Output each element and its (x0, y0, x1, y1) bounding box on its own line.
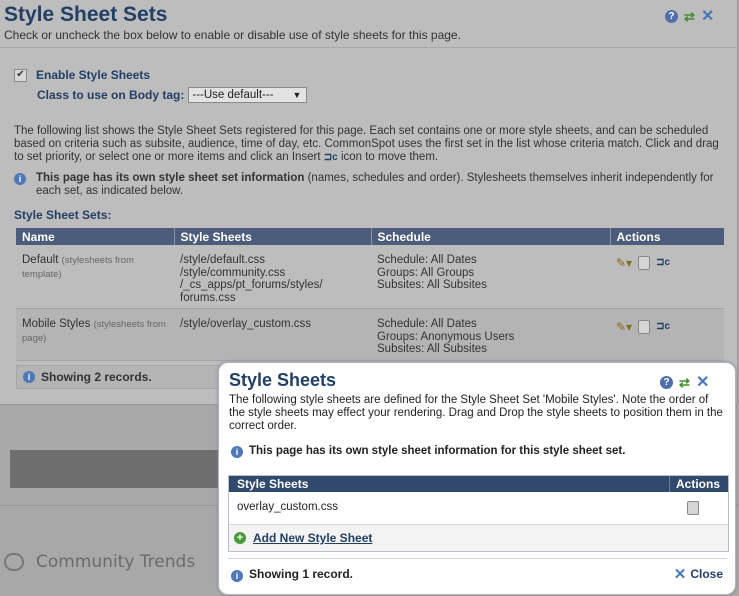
set-sheets-cell: /style/default.css /style/community.css … (174, 245, 371, 309)
set-name-cell: Mobile Styles (stylesheets from page) (16, 308, 174, 361)
style-sheets-dialog: Style Sheets ? ⇄ ✕ The following style s… (218, 362, 736, 595)
set-schedule-cell: Schedule: All Dates Groups: All Groups S… (371, 245, 610, 309)
body-class-row: Class to use on Body tag: ---Use default… (37, 87, 308, 103)
dialog-subtitle: Check or uncheck the box below to enable… (4, 28, 461, 42)
style-sheet-sets-dialog: Style Sheet Sets Check or uncheck the bo… (0, 0, 738, 405)
column-header-name[interactable]: Name (16, 228, 175, 245)
dialog-header-icons: ? ⇄ ✕ (665, 9, 714, 25)
close-icon[interactable]: ✕ (696, 375, 709, 391)
set-actions-cell: ✎▾ ⊐c (610, 308, 724, 361)
inheritance-info: i This page has its own style sheet set … (14, 172, 730, 197)
header-divider (0, 47, 737, 48)
set-schedule-cell: Schedule: All Dates Groups: Anonymous Us… (371, 308, 610, 361)
sets-section-label: Style Sheet Sets: (14, 208, 112, 222)
close-icon[interactable]: ✕ (701, 9, 714, 25)
plus-icon[interactable]: + (234, 532, 246, 544)
sets-description: The following list shows the Style Sheet… (14, 125, 719, 163)
set-name-cell: Default (stylesheets from template) (16, 245, 174, 309)
chat-bubble-icon (4, 553, 24, 571)
info-icon: i (231, 446, 243, 458)
column-header-style-sheets[interactable]: Style Sheets (174, 228, 372, 245)
enable-style-sheets-checkbox[interactable]: ✔ (14, 68, 27, 82)
insert-icon[interactable]: ⊐c (656, 321, 670, 334)
page-info-message: i This page has its own style sheet infor… (231, 445, 625, 458)
refresh-icon[interactable]: ⇄ (678, 376, 691, 389)
community-trends-heading: Community Trends (4, 552, 195, 572)
add-new-style-sheet-link[interactable]: Add New Style Sheet (253, 531, 372, 545)
table-header-row: Style Sheets Actions (229, 476, 728, 492)
footer-divider (228, 558, 727, 559)
lock-icon[interactable] (638, 256, 651, 270)
lock-icon[interactable] (687, 501, 699, 515)
info-icon: i (14, 173, 26, 185)
pencil-icon[interactable]: ✎▾ (616, 321, 632, 334)
column-header-actions: Actions (669, 476, 728, 492)
style-sheet-sets-table: Name Style Sheets Schedule Actions Defau… (16, 228, 724, 361)
dialog-description: The following style sheets are defined f… (229, 394, 723, 432)
set-sheets-cell: /style/overlay_custom.css (174, 308, 371, 361)
info-icon: i (231, 570, 243, 582)
body-class-label: Class to use on Body tag: (37, 88, 185, 102)
refresh-icon[interactable]: ⇄ (683, 10, 696, 23)
style-sheets-table: Style Sheets Actions overlay_custom.css … (228, 475, 729, 552)
help-icon[interactable]: ? (665, 10, 678, 23)
style-sheet-name: overlay_custom.css (237, 501, 338, 513)
lock-icon[interactable] (638, 320, 651, 334)
close-icon: ✕ (673, 566, 687, 583)
help-icon[interactable]: ? (660, 376, 673, 389)
table-row[interactable]: Mobile Styles (stylesheets from page) /s… (16, 308, 724, 361)
background-image-strip (10, 450, 220, 488)
close-button[interactable]: ✕ Close (674, 565, 723, 583)
enable-style-sheets-label: Enable Style Sheets (36, 68, 151, 82)
column-header-style-sheets: Style Sheets (237, 477, 309, 491)
table-row[interactable]: overlay_custom.css (229, 492, 728, 525)
insert-icon[interactable]: ⊐c (656, 257, 670, 270)
pencil-icon[interactable]: ✎▾ (616, 257, 632, 270)
set-actions-cell: ✎▾ ⊐c (610, 245, 724, 309)
dialog-title: Style Sheets (229, 370, 337, 390)
add-row: + Add New Style Sheet (229, 525, 728, 551)
insert-icon: ⊐c (323, 152, 338, 163)
table-header-row: Name Style Sheets Schedule Actions (16, 228, 724, 245)
body-class-select[interactable]: ---Use default--- ▼ (188, 87, 308, 103)
dialog-header-icons: ? ⇄ ✕ (660, 375, 709, 391)
column-header-schedule[interactable]: Schedule (371, 228, 611, 245)
column-header-actions: Actions (610, 228, 724, 245)
info-icon: i (23, 371, 35, 383)
table-row[interactable]: Default (stylesheets from template) /sty… (16, 245, 724, 309)
records-status: i Showing 1 record. (231, 567, 353, 582)
dropdown-arrow-icon: ▼ (292, 90, 302, 100)
dialog-title: Style Sheet Sets (4, 3, 168, 26)
enable-style-sheets-row: ✔ Enable Style Sheets (14, 68, 150, 82)
